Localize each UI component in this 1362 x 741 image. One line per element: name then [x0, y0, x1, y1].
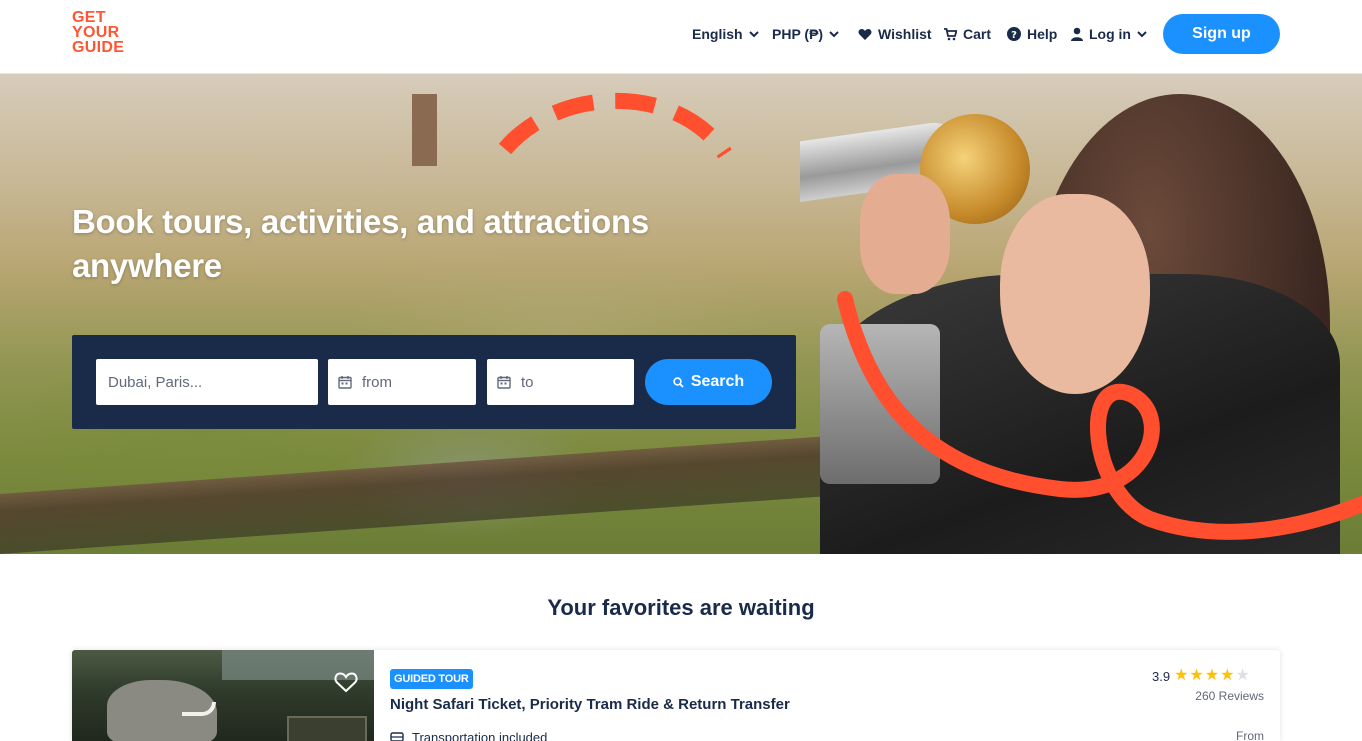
- activity-image[interactable]: [72, 650, 374, 741]
- star-filled-icon: ★: [1204, 667, 1220, 684]
- help-icon: ?: [1007, 27, 1021, 41]
- hero-railing: [0, 431, 900, 554]
- search-panel: Dubai, Paris... from to Search: [72, 335, 796, 429]
- search-button-label: Search: [690, 373, 745, 390]
- star-rating: ★★★★★: [1173, 668, 1250, 684]
- search-icon: [673, 376, 684, 388]
- star-filled-icon: ★: [1220, 667, 1235, 684]
- user-icon: [1071, 27, 1083, 41]
- destination-placeholder: Dubai, Paris...: [108, 373, 203, 391]
- calendar-icon: [338, 376, 352, 389]
- hero-photo-woman-with-telescope: [800, 74, 1362, 554]
- language-selector[interactable]: English: [692, 24, 759, 44]
- date-to-input[interactable]: to: [487, 359, 634, 405]
- calendar-icon: [497, 376, 511, 389]
- help-label: Help: [1027, 26, 1058, 42]
- signup-button[interactable]: Sign up: [1163, 14, 1280, 54]
- svg-text:?: ?: [1011, 30, 1017, 41]
- activity-title[interactable]: Night Safari Ticket, Priority Tram Ride …: [390, 696, 790, 713]
- wishlist-heart-icon[interactable]: [334, 671, 358, 693]
- favorites-heading: Your favorites are waiting: [547, 595, 815, 620]
- login-menu[interactable]: Log in: [1071, 24, 1147, 44]
- login-label: Log in: [1089, 26, 1131, 42]
- currency-label: PHP (₱): [772, 26, 824, 42]
- star-filled-icon: ★: [1174, 667, 1189, 684]
- cart-label: Cart: [963, 26, 992, 42]
- background-tower: [412, 94, 437, 166]
- logo-line: GUIDE: [72, 39, 125, 56]
- wishlist-link[interactable]: Wishlist: [858, 24, 932, 44]
- search-button[interactable]: Search: [645, 359, 772, 405]
- star-filled-icon: ★: [1189, 667, 1204, 684]
- getyourguide-logo[interactable]: GET YOUR GUIDE: [72, 10, 132, 56]
- activity-card[interactable]: GUIDED TOUR Night Safari Ticket, Priorit…: [72, 650, 1280, 741]
- language-label: English: [692, 26, 743, 42]
- price-prefix: From: [1236, 729, 1264, 741]
- activity-type-badge: GUIDED TOUR: [390, 669, 473, 689]
- cart-icon: [944, 27, 957, 40]
- chevron-down-icon: [829, 30, 839, 37]
- wishlist-label: Wishlist: [878, 26, 932, 42]
- hero-title: Book tours, activities, and attractions …: [72, 203, 649, 284]
- cart-link[interactable]: Cart: [944, 24, 991, 44]
- activity-feature: Transportation included: [390, 730, 547, 741]
- bus-icon: [390, 731, 404, 741]
- activity-feature-label: Transportation included: [412, 730, 548, 741]
- currency-selector[interactable]: PHP (₱): [772, 24, 839, 44]
- review-count[interactable]: 260 Reviews: [1195, 689, 1264, 703]
- heart-icon: [858, 28, 872, 40]
- date-from-placeholder: from: [362, 373, 392, 391]
- site-header: GET YOUR GUIDE English PHP (₱) Wishlist …: [0, 0, 1362, 74]
- star-empty-icon: ★: [1235, 667, 1250, 684]
- date-from-input[interactable]: from: [328, 359, 476, 405]
- activity-rating: 3.9 ★★★★★: [1152, 668, 1250, 684]
- chevron-down-icon: [1137, 30, 1147, 37]
- rating-value: 3.9: [1152, 668, 1171, 684]
- destination-input[interactable]: Dubai, Paris...: [96, 359, 318, 405]
- chevron-down-icon: [748, 30, 759, 37]
- date-to-placeholder: to: [521, 373, 534, 391]
- help-link[interactable]: ? Help: [1007, 24, 1057, 44]
- hero-banner: Book tours, activities, and attractions …: [0, 74, 1362, 554]
